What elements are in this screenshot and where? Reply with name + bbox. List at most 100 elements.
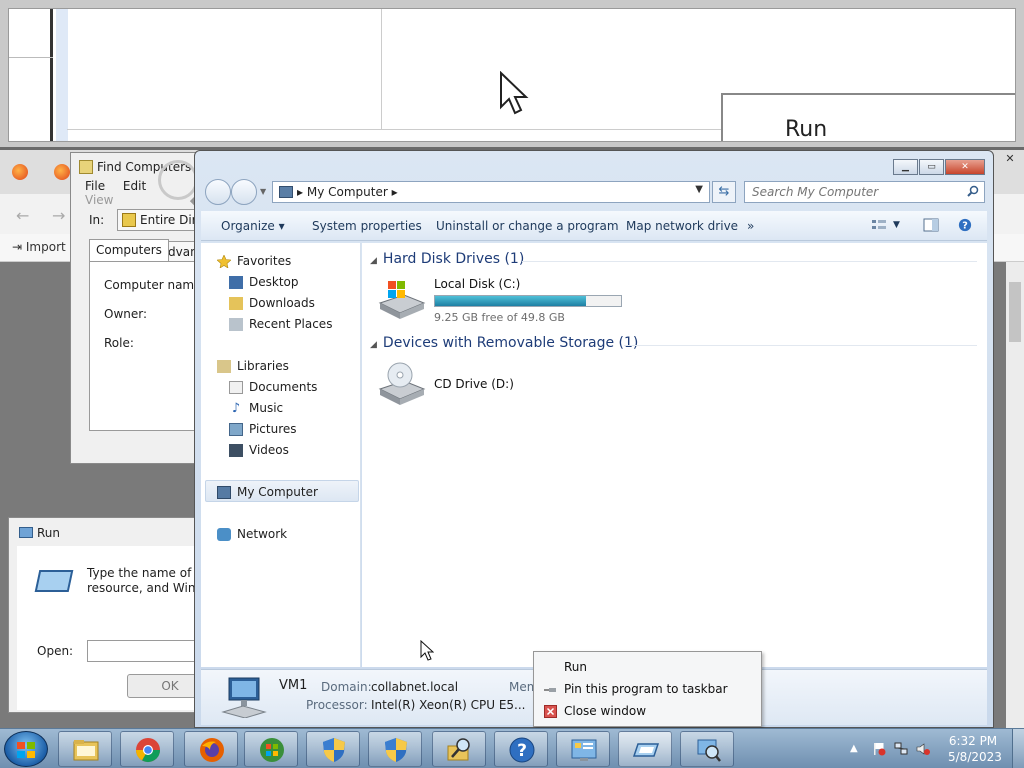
help-icon[interactable]: ? <box>957 218 973 232</box>
jump-list-pin[interactable]: Pin this program to taskbar <box>564 682 728 696</box>
import-bookmarks-link[interactable]: ⇥ Import <box>12 240 66 254</box>
forward-button[interactable] <box>231 179 257 205</box>
system-properties-button[interactable]: System properties <box>312 219 422 233</box>
more-commands-button[interactable]: » <box>747 219 754 233</box>
show-desktop-button[interactable] <box>1012 729 1024 768</box>
processor-label: Processor: <box>306 698 368 712</box>
window-controls: ▁ ▭ ✕ <box>892 159 985 175</box>
documents-icon <box>229 380 243 394</box>
menu-view[interactable]: View <box>85 193 113 207</box>
back-arrow-icon[interactable]: ← <box>16 206 29 225</box>
collapse-triangle-icon[interactable]: ◢ <box>370 256 377 266</box>
group-header-removable[interactable]: ◢ Devices with Removable Storage (1) <box>370 335 638 351</box>
cd-drive-name[interactable]: CD Drive (D:) <box>434 377 514 391</box>
taskbar-file-explorer[interactable] <box>58 731 112 767</box>
taskbar-windows-mode[interactable] <box>244 731 298 767</box>
scrollbar-thumb[interactable] <box>1009 282 1021 342</box>
taskbar-firefox[interactable] <box>184 731 238 767</box>
taskbar-run[interactable] <box>618 731 672 767</box>
view-dropdown-icon[interactable]: ▼ <box>893 220 900 230</box>
computer-name: VM1 <box>279 678 308 693</box>
videos-icon <box>229 443 243 457</box>
taskbar-help[interactable]: ? <box>494 731 548 767</box>
hard-disk-header-label: Hard Disk Drives (1) <box>382 251 525 267</box>
nav-my-computer[interactable]: My Computer <box>217 482 318 502</box>
taskbar-uac-shield-2[interactable] <box>368 731 422 767</box>
network-icon <box>217 527 231 541</box>
search-icon[interactable] <box>967 185 979 197</box>
map-network-drive-button[interactable]: Map network drive <box>626 219 738 233</box>
local-disk-usage-bar <box>434 295 622 307</box>
local-disk-name[interactable]: Local Disk (C:) <box>434 277 520 291</box>
address-breadcrumb[interactable]: ▸ My Computer ▸ <box>297 185 398 199</box>
nav-network-label: Network <box>237 527 288 541</box>
close-button[interactable]: ✕ <box>945 159 985 175</box>
cd-drive-icon[interactable] <box>376 361 426 405</box>
nav-pictures[interactable]: Pictures <box>229 419 297 439</box>
network-tray-icon[interactable] <box>894 742 908 756</box>
collapse-triangle-icon[interactable]: ◢ <box>370 340 377 350</box>
nav-videos[interactable]: Videos <box>229 440 289 460</box>
run-program-icon <box>34 570 74 592</box>
menu-file[interactable]: File <box>85 179 105 193</box>
back-button[interactable] <box>205 179 231 205</box>
jump-list-run[interactable]: Run <box>564 660 587 674</box>
organize-button[interactable]: Organize ▾ <box>221 219 285 233</box>
view-options-icon[interactable] <box>871 218 887 232</box>
volume-muted-icon[interactable] <box>916 742 930 756</box>
group-header-hard-disks[interactable]: ◢ Hard Disk Drives (1) <box>370 251 524 267</box>
start-button[interactable] <box>4 731 48 767</box>
uninstall-program-button[interactable]: Uninstall or change a program <box>436 219 619 233</box>
local-disk-icon[interactable] <box>376 279 426 321</box>
magnifier-folder-icon <box>447 738 470 761</box>
recent-places-icon <box>229 317 243 331</box>
windows-xp-mode-icon <box>260 738 284 762</box>
in-label: In: <box>89 213 105 227</box>
refresh-button[interactable]: ⇆ <box>712 181 736 203</box>
firefox-tab-icon[interactable] <box>54 164 70 180</box>
nav-recent-places[interactable]: Recent Places <box>229 314 332 334</box>
nav-music[interactable]: ♪ Music <box>229 398 283 418</box>
nav-desktop[interactable]: Desktop <box>229 272 299 292</box>
local-disk-usage-fill <box>435 296 586 306</box>
firefox-tab-icon[interactable] <box>12 164 28 180</box>
file-explorer-icon <box>73 740 99 761</box>
jump-list-close-window[interactable]: Close window <box>564 704 646 718</box>
taskbar-uac-shield[interactable] <box>306 731 360 767</box>
action-center-flag-icon[interactable] <box>872 742 886 756</box>
zoom-cursor-icon <box>500 71 529 115</box>
clock-time[interactable]: 6:32 PM <box>948 734 998 748</box>
browser-close-icon[interactable]: ✕ <box>1000 152 1020 166</box>
owner-label: Owner: <box>104 307 148 321</box>
control-panel-icon <box>571 739 597 761</box>
svg-text:?: ? <box>962 221 968 232</box>
browser-scrollbar[interactable] <box>1006 262 1024 728</box>
taskbar-chrome[interactable] <box>120 731 174 767</box>
tab-computers[interactable]: Computers <box>89 239 169 261</box>
system-tray: ▲ 6:32 PM 5/8/2023 <box>846 729 1024 768</box>
taskbar-control-panel[interactable] <box>556 731 610 767</box>
search-input[interactable] <box>745 182 960 202</box>
processor-value: Intel(R) Xeon(R) CPU E5... <box>371 698 526 712</box>
address-dropdown-icon[interactable]: ▼ <box>695 184 703 195</box>
chrome-icon <box>136 738 160 763</box>
taskbar-search-computers[interactable] <box>432 731 486 767</box>
minimize-button[interactable]: ▁ <box>893 159 918 175</box>
nav-downloads[interactable]: Downloads <box>229 293 315 313</box>
nav-documents[interactable]: Documents <box>229 377 317 397</box>
local-disk-free-space: 9.25 GB free of 49.8 GB <box>434 311 565 324</box>
taskbar-find-computers[interactable] <box>680 731 734 767</box>
show-hidden-icons-icon[interactable]: ▲ <box>850 742 864 756</box>
menu-edit[interactable]: Edit <box>123 179 146 193</box>
address-bar[interactable]: ▸ My Computer ▸ ▼ <box>272 181 710 203</box>
preview-pane-icon[interactable] <box>923 218 939 232</box>
nav-network[interactable]: Network <box>217 524 287 544</box>
clock-date[interactable]: 5/8/2023 <box>948 750 1002 764</box>
recent-pages-arrow-icon[interactable]: ▼ <box>260 187 266 196</box>
libraries-icon <box>217 359 231 373</box>
nav-libraries[interactable]: Libraries <box>217 356 289 376</box>
search-box[interactable] <box>744 181 985 203</box>
maximize-button[interactable]: ▭ <box>919 159 944 175</box>
nav-favorites[interactable]: Favorites <box>216 251 291 271</box>
forward-arrow-icon[interactable]: → <box>52 206 65 225</box>
